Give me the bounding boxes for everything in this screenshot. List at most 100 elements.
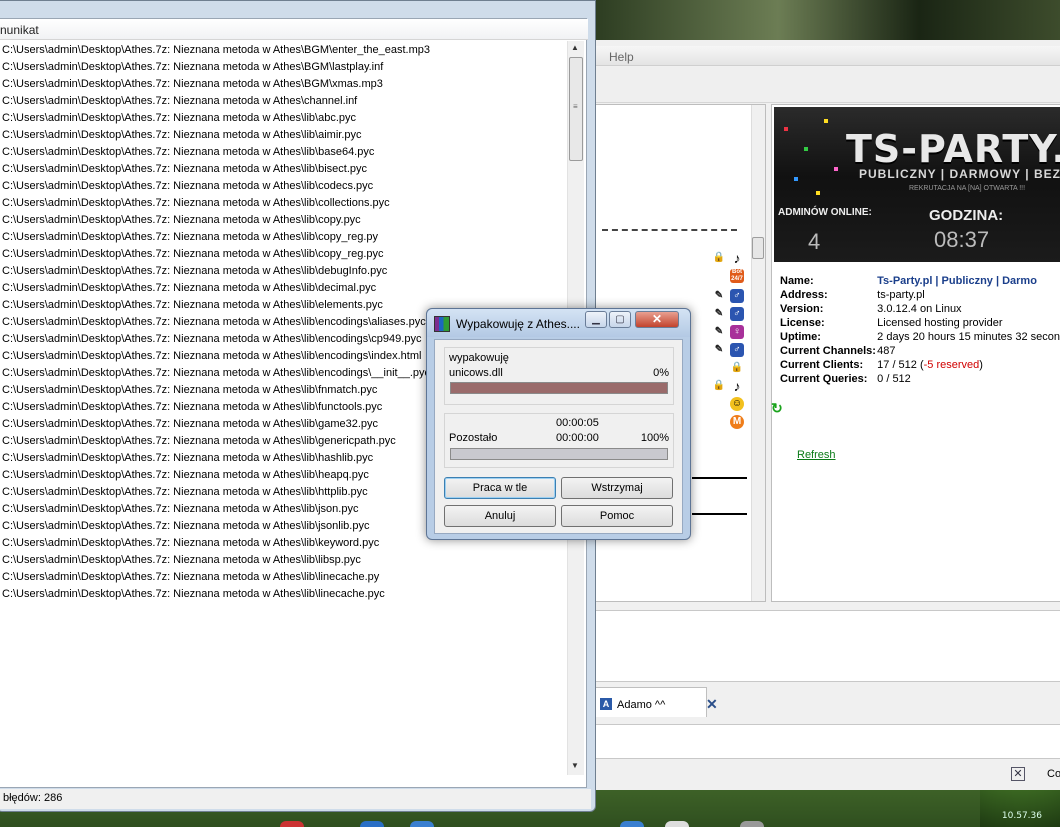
- file-progress-fill: [451, 383, 667, 393]
- microphone-icon: ✎: [714, 290, 724, 301]
- m-badge-icon: M: [730, 415, 744, 429]
- channel-spacer: [602, 229, 737, 239]
- action-label: wypakowuję: [449, 352, 509, 364]
- help-button[interactable]: Pomoc: [561, 505, 673, 527]
- list-item[interactable]: C:\Users\admin\Desktop\Athes.7z: Nieznan…: [0, 144, 568, 161]
- dialog-titlebar[interactable]: Wypakowuję z Athes.... ▁ ▢ ✕: [427, 309, 690, 337]
- info-value-uptime: 2 days 20 hours 15 minutes 32 secon: [877, 331, 1060, 343]
- list-item[interactable]: C:\Users\admin\Desktop\Athes.7z: Nieznan…: [0, 229, 568, 246]
- list-item[interactable]: C:\Users\admin\Desktop\Athes.7z: Nieznan…: [0, 263, 568, 280]
- taskbar-icon-grey[interactable]: [740, 821, 764, 827]
- info-value-name[interactable]: Ts-Party.pl | Publiczny | Darmo: [877, 275, 1060, 289]
- channel-tree-scroll-thumb[interactable]: [752, 237, 764, 259]
- error-list-header[interactable]: nunikat: [0, 19, 588, 40]
- list-item[interactable]: C:\Users\admin\Desktop\Athes.7z: Nieznan…: [0, 42, 568, 59]
- list-item[interactable]: C:\Users\admin\Desktop\Athes.7z: Nieznan…: [0, 195, 568, 212]
- info-row-queries: Current Queries: 0 / 512: [780, 373, 1060, 387]
- info-label: Current Channels:: [780, 345, 876, 357]
- info-row-address: Address: ts-party.pl: [780, 289, 1060, 303]
- taskbar-icon-white[interactable]: [665, 821, 689, 827]
- confetti: [816, 191, 820, 195]
- dialog-title: Wypakowuję z Athes....: [456, 317, 580, 331]
- smiley-icon: ☺: [730, 397, 744, 411]
- channel-divider: [692, 477, 747, 479]
- info-row-clients: Current Clients: 17 / 512 (-5 reserved): [780, 359, 1060, 373]
- pause-button[interactable]: Wstrzymaj: [561, 477, 673, 499]
- taskbar-icon-blue-2[interactable]: [410, 821, 434, 827]
- scroll-down-arrow-icon[interactable]: ▼: [571, 761, 579, 770]
- file-percent: 0%: [653, 367, 669, 379]
- list-item[interactable]: C:\Users\admin\Desktop\Athes.7z: Nieznan…: [0, 93, 568, 110]
- list-item[interactable]: C:\Users\admin\Desktop\Athes.7z: Nieznan…: [0, 212, 568, 229]
- list-item[interactable]: C:\Users\admin\Desktop\Athes.7z: Nieznan…: [0, 161, 568, 178]
- error-list-scroll-thumb[interactable]: ≡: [569, 57, 583, 161]
- list-item[interactable]: C:\Users\admin\Desktop\Athes.7z: Nieznan…: [0, 552, 568, 569]
- list-item[interactable]: C:\Users\admin\Desktop\Athes.7z: Nieznan…: [0, 76, 568, 93]
- info-value-clients: 17 / 512 (-5 reserved): [877, 359, 1060, 373]
- cancel-button[interactable]: Anuluj: [444, 505, 556, 527]
- info-label: Address:: [780, 289, 828, 301]
- list-item[interactable]: C:\Users\admin\Desktop\Athes.7z: Nieznan…: [0, 246, 568, 263]
- banner-admins-label: ADMINÓW ONLINE:: [778, 207, 872, 218]
- disconnect-icon[interactable]: ✕: [1011, 767, 1025, 781]
- column-header-message[interactable]: nunikat: [0, 23, 39, 37]
- bot-badge-icon: Bot 24/7: [730, 269, 744, 283]
- close-button[interactable]: ✕: [635, 311, 679, 328]
- taskbar-icon-red[interactable]: [280, 821, 304, 827]
- total-percent: 100%: [640, 432, 669, 444]
- clients-close: ): [979, 359, 983, 371]
- scroll-up-arrow-icon[interactable]: ▲: [571, 43, 579, 52]
- info-label: Name:: [780, 275, 814, 287]
- info-row-license: License: Licensed hosting provider: [780, 317, 1060, 331]
- list-item[interactable]: C:\Users\admin\Desktop\Athes.7z: Nieznan…: [0, 280, 568, 297]
- info-value-license: Licensed hosting provider: [877, 317, 1003, 329]
- list-item[interactable]: C:\Users\admin\Desktop\Athes.7z: Nieznan…: [0, 59, 568, 76]
- ts-toolbar: [561, 67, 1060, 103]
- maximize-button[interactable]: ▢: [609, 311, 631, 328]
- error-list-statusbar: błędów: 286: [0, 789, 591, 809]
- info-value-address: ts-party.pl: [877, 289, 925, 301]
- chat-input[interactable]: [561, 724, 1060, 758]
- minimize-button[interactable]: ▁: [585, 311, 607, 328]
- taskbar-icon-blue-3[interactable]: [620, 821, 644, 827]
- refresh-link[interactable]: Refresh: [797, 449, 836, 461]
- banner-admins-count: 4: [808, 229, 821, 254]
- info-row-channels: Current Channels: 487: [780, 345, 1060, 359]
- female-icon: ♀: [730, 325, 744, 339]
- user-avatar-icon: A: [600, 698, 612, 710]
- banner-subtitle: PUBLICZNY | DARMOWY | BEZPIECZ: [859, 167, 1060, 181]
- microphone-icon-2: ✎: [714, 308, 724, 319]
- chat-tab-adamo[interactable]: A Adamo ^^ ✕: [591, 687, 718, 717]
- channel-tree-scrollbar[interactable]: [751, 105, 765, 601]
- male-icon-3: ♂: [730, 343, 744, 357]
- file-progress-bar: [450, 382, 668, 394]
- info-row-name: Name: Ts-Party.pl | Publiczny | Darmo: [780, 275, 1060, 289]
- music-icon-2: ♪: [733, 378, 741, 394]
- taskbar-icon-blue[interactable]: [360, 821, 384, 827]
- total-progress-fill: [451, 449, 667, 459]
- clients-reserved: -5 reserved: [923, 359, 980, 371]
- list-item[interactable]: C:\Users\admin\Desktop\Athes.7z: Nieznan…: [0, 586, 568, 603]
- lock-icon-2: 🔒: [730, 362, 744, 373]
- banner-title: TS-PARTY.P: [846, 127, 1060, 171]
- background-button[interactable]: Praca w tle: [444, 477, 556, 499]
- list-item[interactable]: C:\Users\admin\Desktop\Athes.7z: Nieznan…: [0, 110, 568, 127]
- close-tab-icon[interactable]: ✕: [706, 696, 718, 713]
- confetti: [794, 177, 798, 181]
- server-info-table: Name: Ts-Party.pl | Publiczny | Darmo Ad…: [780, 275, 1060, 387]
- list-item[interactable]: C:\Users\admin\Desktop\Athes.7z: Nieznan…: [0, 178, 568, 195]
- server-info-panel: TS-PARTY.P PUBLICZNY | DARMOWY | BEZPIEC…: [771, 104, 1060, 602]
- grip-icon: ≡: [573, 102, 578, 111]
- info-label: Current Queries:: [780, 373, 868, 385]
- info-row-version: Version: 3.0.12.4 on Linux: [780, 303, 1060, 317]
- music-icon: ♪: [733, 250, 741, 266]
- menu-help[interactable]: Help: [609, 50, 634, 64]
- list-item[interactable]: C:\Users\admin\Desktop\Athes.7z: Nieznan…: [0, 569, 568, 586]
- refresh-icon[interactable]: ↻: [771, 400, 783, 417]
- chat-tabs: A Adamo ^^ ✕: [561, 685, 1060, 720]
- desktop-wallpaper-top: [590, 0, 1060, 40]
- list-item[interactable]: C:\Users\admin\Desktop\Athes.7z: Nieznan…: [0, 127, 568, 144]
- banner-clock-label: GODZINA:: [929, 207, 1004, 224]
- microphone-icon-4: ✎: [714, 344, 724, 355]
- winrar-icon: [434, 316, 450, 332]
